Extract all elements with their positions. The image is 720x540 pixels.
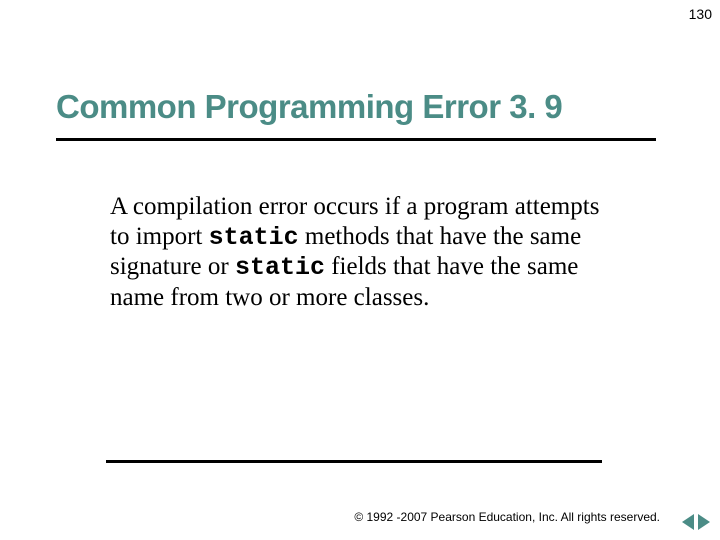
copyright-footer: © 1992 -2007 Pearson Education, Inc. All… [354,510,660,524]
prev-slide-icon[interactable] [682,514,694,530]
title-underline [56,138,656,141]
copyright-text: 1992 -2007 Pearson Education, Inc. All r… [363,510,660,524]
slide: 130 Common Programming Error 3. 9 A comp… [0,0,720,540]
nav-controls [682,514,710,530]
code-keyword-1: static [209,223,299,252]
next-slide-icon[interactable] [698,514,710,530]
copyright-symbol: © [354,510,363,524]
code-keyword-2: static [235,253,325,282]
body-text: A compilation error occurs if a program … [110,192,620,312]
slide-title: Common Programming Error 3. 9 [56,88,562,126]
bottom-rule [106,460,602,463]
page-number: 130 [689,6,712,22]
